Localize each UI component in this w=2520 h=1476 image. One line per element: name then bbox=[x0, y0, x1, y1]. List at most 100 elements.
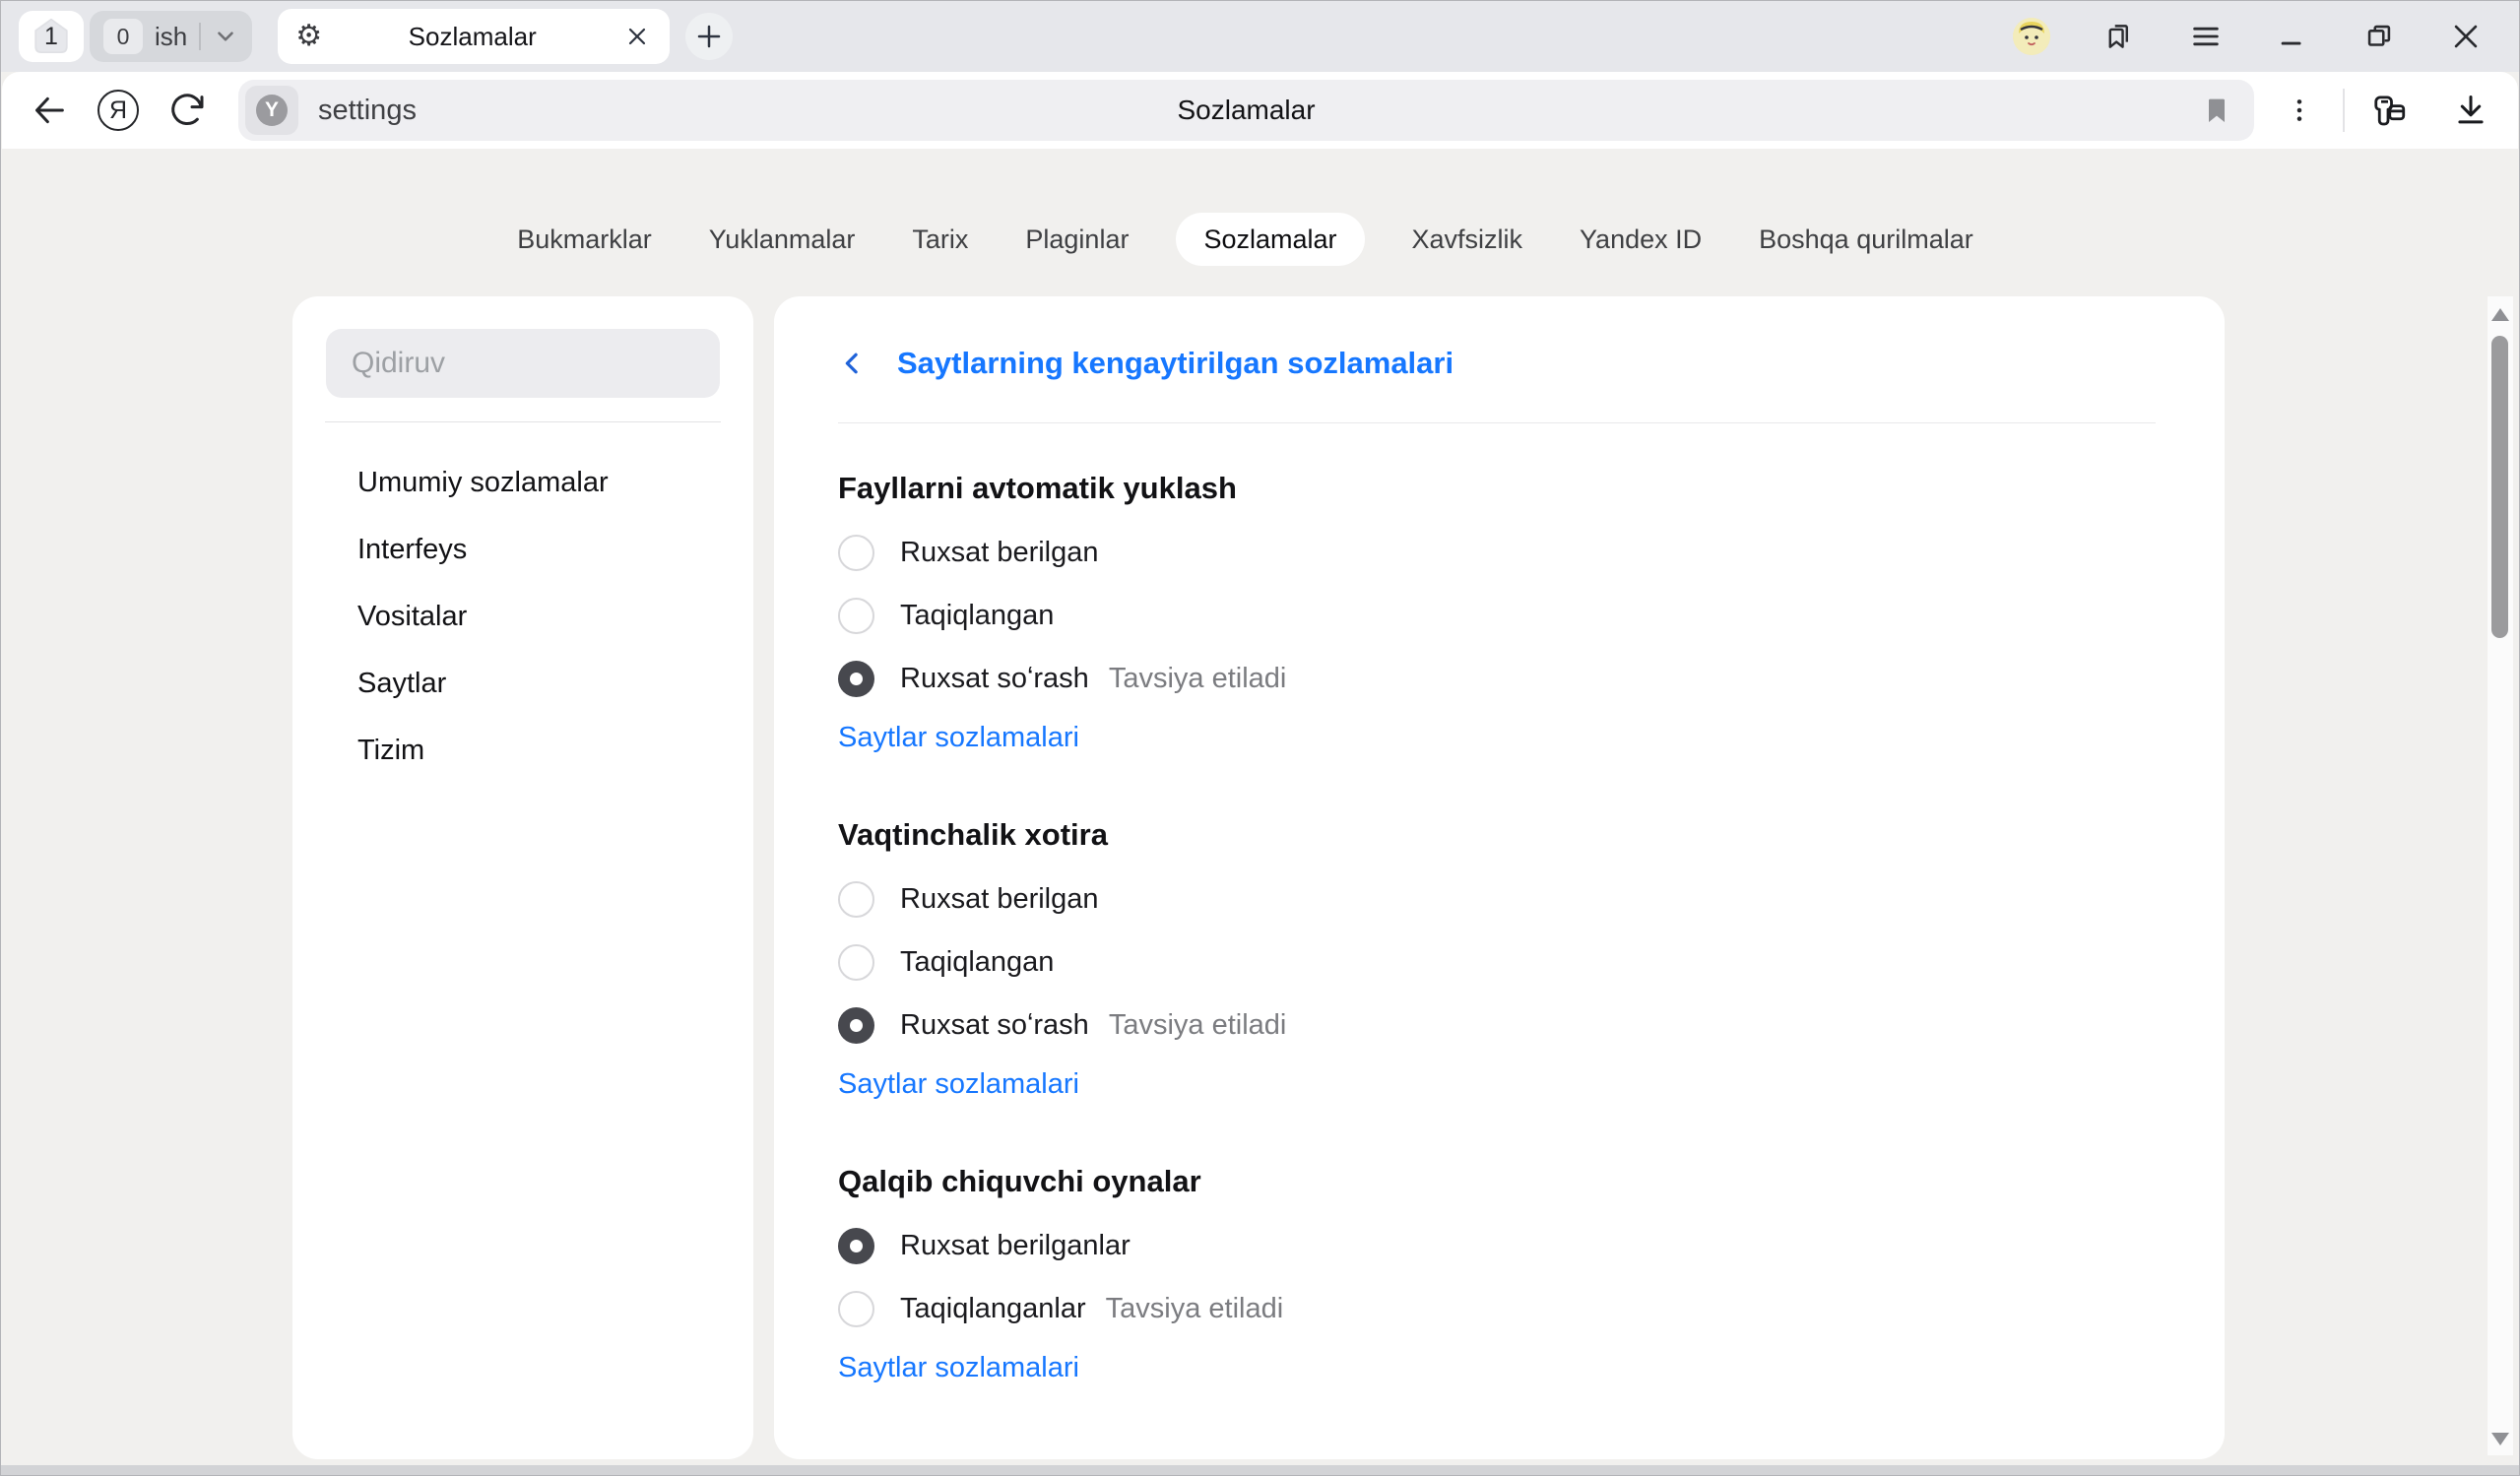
settings-main-panel: Saytlarning kengaytirilgan sozlamalari F… bbox=[774, 296, 2225, 1459]
radio-selected[interactable] bbox=[838, 1007, 874, 1044]
sidebar-divider bbox=[325, 421, 721, 422]
yandex-home-button[interactable]: Я bbox=[97, 89, 140, 132]
back-header[interactable]: Saytlarning kengaytirilgan sozlamalari bbox=[838, 340, 2156, 387]
section-heading: Vaqtinchalik xotira bbox=[838, 817, 2156, 853]
recommended-note: Tavsiya etiladi bbox=[1109, 1009, 1287, 1042]
avatar-girl-icon bbox=[2013, 18, 2050, 55]
radio-label: Taqiqlangan bbox=[900, 946, 1054, 979]
scroll-up-arrow[interactable] bbox=[2491, 308, 2509, 321]
nav-tab-tarix[interactable]: Tarix bbox=[902, 213, 978, 266]
window-bottom-edge bbox=[1, 1465, 2519, 1475]
tabbar-right-controls bbox=[2013, 18, 2484, 55]
group-name-label: ish bbox=[155, 22, 187, 52]
sidebar-item-tizim[interactable]: Tizim bbox=[292, 717, 753, 784]
back-button[interactable] bbox=[28, 89, 71, 132]
radio-label: Ruxsat berilgan bbox=[900, 537, 1099, 569]
radio-label: Taqiqlangan bbox=[900, 600, 1054, 632]
header-divider bbox=[838, 422, 2156, 423]
site-settings-link[interactable]: Saytlar sozlamalari bbox=[838, 1068, 1079, 1101]
downloads-icon[interactable] bbox=[2449, 89, 2492, 132]
omnibox[interactable]: Y settings Sozlamalar bbox=[238, 80, 2254, 141]
active-tab[interactable]: ⚙ Sozlamalar bbox=[278, 9, 670, 64]
site-favicon-chip[interactable]: Y bbox=[245, 86, 298, 135]
scrollbar-thumb[interactable] bbox=[2491, 336, 2508, 638]
radio-unselected[interactable] bbox=[838, 598, 874, 634]
more-options-kebab-icon[interactable] bbox=[2278, 89, 2321, 132]
radio-option[interactable]: Taqiqlanganlar Tavsiya etiladi bbox=[838, 1277, 2156, 1340]
tab-group-pill[interactable]: 0 ish bbox=[90, 11, 252, 62]
window-restore-icon[interactable] bbox=[2361, 19, 2397, 54]
page-title: Saytlarning kengaytirilgan sozlamalari bbox=[897, 346, 1454, 381]
address-right-controls bbox=[2254, 89, 2492, 132]
nav-tab-sozlamalar[interactable]: Sozlamalar bbox=[1176, 213, 1364, 266]
radio-label: Ruxsat soʻrash bbox=[900, 663, 1089, 695]
nav-tab-bukmarklar[interactable]: Bukmarklar bbox=[507, 213, 662, 266]
sidebar-item-vositalar[interactable]: Vositalar bbox=[292, 583, 753, 650]
radio-option[interactable]: Ruxsat soʻrash Tavsiya etiladi bbox=[838, 994, 2156, 1057]
tab-bar: 1 0 ish ⚙ Sozlamalar bbox=[1, 1, 2519, 72]
chevron-down-icon[interactable] bbox=[213, 24, 238, 49]
toolbar-divider bbox=[2343, 89, 2345, 132]
settings-sidebar: Umumiy sozlamalar Interfeys Vositalar Sa… bbox=[292, 296, 753, 1459]
settings-page: Bukmarklar Yuklanmalar Tarix Plaginlar S… bbox=[2, 149, 2518, 1465]
radio-option[interactable]: Ruxsat berilgan bbox=[838, 521, 2156, 584]
yandex-logo-icon: Я bbox=[97, 90, 139, 131]
address-bar-row: Я Y settings Sozlamalar bbox=[2, 72, 2518, 149]
radio-option[interactable]: Taqiqlangan bbox=[838, 584, 2156, 647]
radio-unselected[interactable] bbox=[838, 944, 874, 981]
profile-avatar[interactable] bbox=[2013, 18, 2050, 55]
radio-option[interactable]: Ruxsat berilgan bbox=[838, 867, 2156, 931]
window-close-icon[interactable] bbox=[2448, 19, 2484, 54]
radio-label: Taqiqlanganlar bbox=[900, 1293, 1086, 1325]
radio-option[interactable]: Taqiqlangan bbox=[838, 931, 2156, 994]
gear-icon: ⚙ bbox=[295, 22, 322, 51]
site-settings-link[interactable]: Saytlar sozlamalari bbox=[838, 722, 1079, 754]
radio-label: Ruxsat soʻrash bbox=[900, 1009, 1089, 1042]
radio-option[interactable]: Ruxsat soʻrash Tavsiya etiladi bbox=[838, 647, 2156, 710]
recommended-note: Tavsiya etiladi bbox=[1109, 663, 1287, 695]
window-minimize-icon[interactable] bbox=[2275, 19, 2310, 54]
radio-selected[interactable] bbox=[838, 661, 874, 697]
bookmarks-panel-icon[interactable] bbox=[2101, 19, 2137, 54]
sidebar-item-interfeys[interactable]: Interfeys bbox=[292, 516, 753, 583]
site-settings-link[interactable]: Saytlar sozlamalari bbox=[838, 1352, 1079, 1384]
nav-tab-yuklanmalar[interactable]: Yuklanmalar bbox=[699, 213, 866, 266]
page-scrollbar[interactable] bbox=[2488, 296, 2513, 1455]
nav-tab-plaginlar[interactable]: Plaginlar bbox=[1015, 213, 1138, 266]
search-input[interactable] bbox=[326, 329, 720, 398]
password-manager-icon[interactable] bbox=[2366, 89, 2410, 132]
radio-selected[interactable] bbox=[838, 1228, 874, 1264]
address-text: settings bbox=[318, 95, 417, 127]
settings-favicon-icon: Y bbox=[256, 95, 288, 126]
nav-tab-xavfsizlik[interactable]: Xavfsizlik bbox=[1402, 213, 1533, 266]
radio-unselected[interactable] bbox=[838, 535, 874, 571]
tab-close-icon[interactable] bbox=[622, 22, 652, 51]
recommended-note: Tavsiya etiladi bbox=[1106, 1293, 1284, 1325]
group-count-badge: 0 bbox=[103, 19, 143, 54]
bookmark-flag-icon[interactable] bbox=[2201, 95, 2232, 126]
sidebar-item-saytlar[interactable]: Saytlar bbox=[292, 650, 753, 717]
menu-hamburger-icon[interactable] bbox=[2188, 19, 2224, 54]
radio-option[interactable]: Ruxsat berilganlar bbox=[838, 1214, 2156, 1277]
section-heading: Qalqib chiquvchi oynalar bbox=[838, 1164, 2156, 1199]
radio-unselected[interactable] bbox=[838, 1291, 874, 1327]
back-chevron-icon[interactable] bbox=[838, 347, 868, 380]
sidebar-item-umumiy-sozlamalar[interactable]: Umumiy sozlamalar bbox=[292, 449, 753, 516]
nav-tab-yandex-id[interactable]: Yandex ID bbox=[1570, 213, 1712, 266]
section-fayllarni-avtomatik-yuklash: Fayllarni avtomatik yuklash Ruxsat beril… bbox=[838, 471, 2156, 754]
sidebar-list: Umumiy sozlamalar Interfeys Vositalar Sa… bbox=[292, 449, 753, 784]
omnibox-page-title: Sozlamalar bbox=[238, 95, 2254, 126]
section-heading: Fayllarni avtomatik yuklash bbox=[838, 471, 2156, 506]
section-vaqtinchalik-xotira: Vaqtinchalik xotira Ruxsat berilgan Taqi… bbox=[838, 817, 2156, 1101]
tab-group-counter-button[interactable]: 1 bbox=[19, 11, 84, 62]
tab-title: Sozlamalar bbox=[322, 22, 622, 52]
new-tab-button[interactable] bbox=[685, 13, 733, 60]
section-qalqib-chiquvchi-oynalar: Qalqib chiquvchi oynalar Ruxsat berilgan… bbox=[838, 1164, 2156, 1384]
radio-unselected[interactable] bbox=[838, 881, 874, 918]
radio-label: Ruxsat berilgan bbox=[900, 883, 1099, 916]
scroll-down-arrow[interactable] bbox=[2491, 1433, 2509, 1445]
refresh-button[interactable] bbox=[165, 89, 209, 132]
settings-nav-tabs: Bukmarklar Yuklanmalar Tarix Plaginlar S… bbox=[2, 213, 2488, 266]
browser-window: 1 0 ish ⚙ Sozlamalar bbox=[0, 0, 2520, 1476]
nav-tab-boshqa-qurilmalar[interactable]: Boshqa qurilmalar bbox=[1749, 213, 1983, 266]
